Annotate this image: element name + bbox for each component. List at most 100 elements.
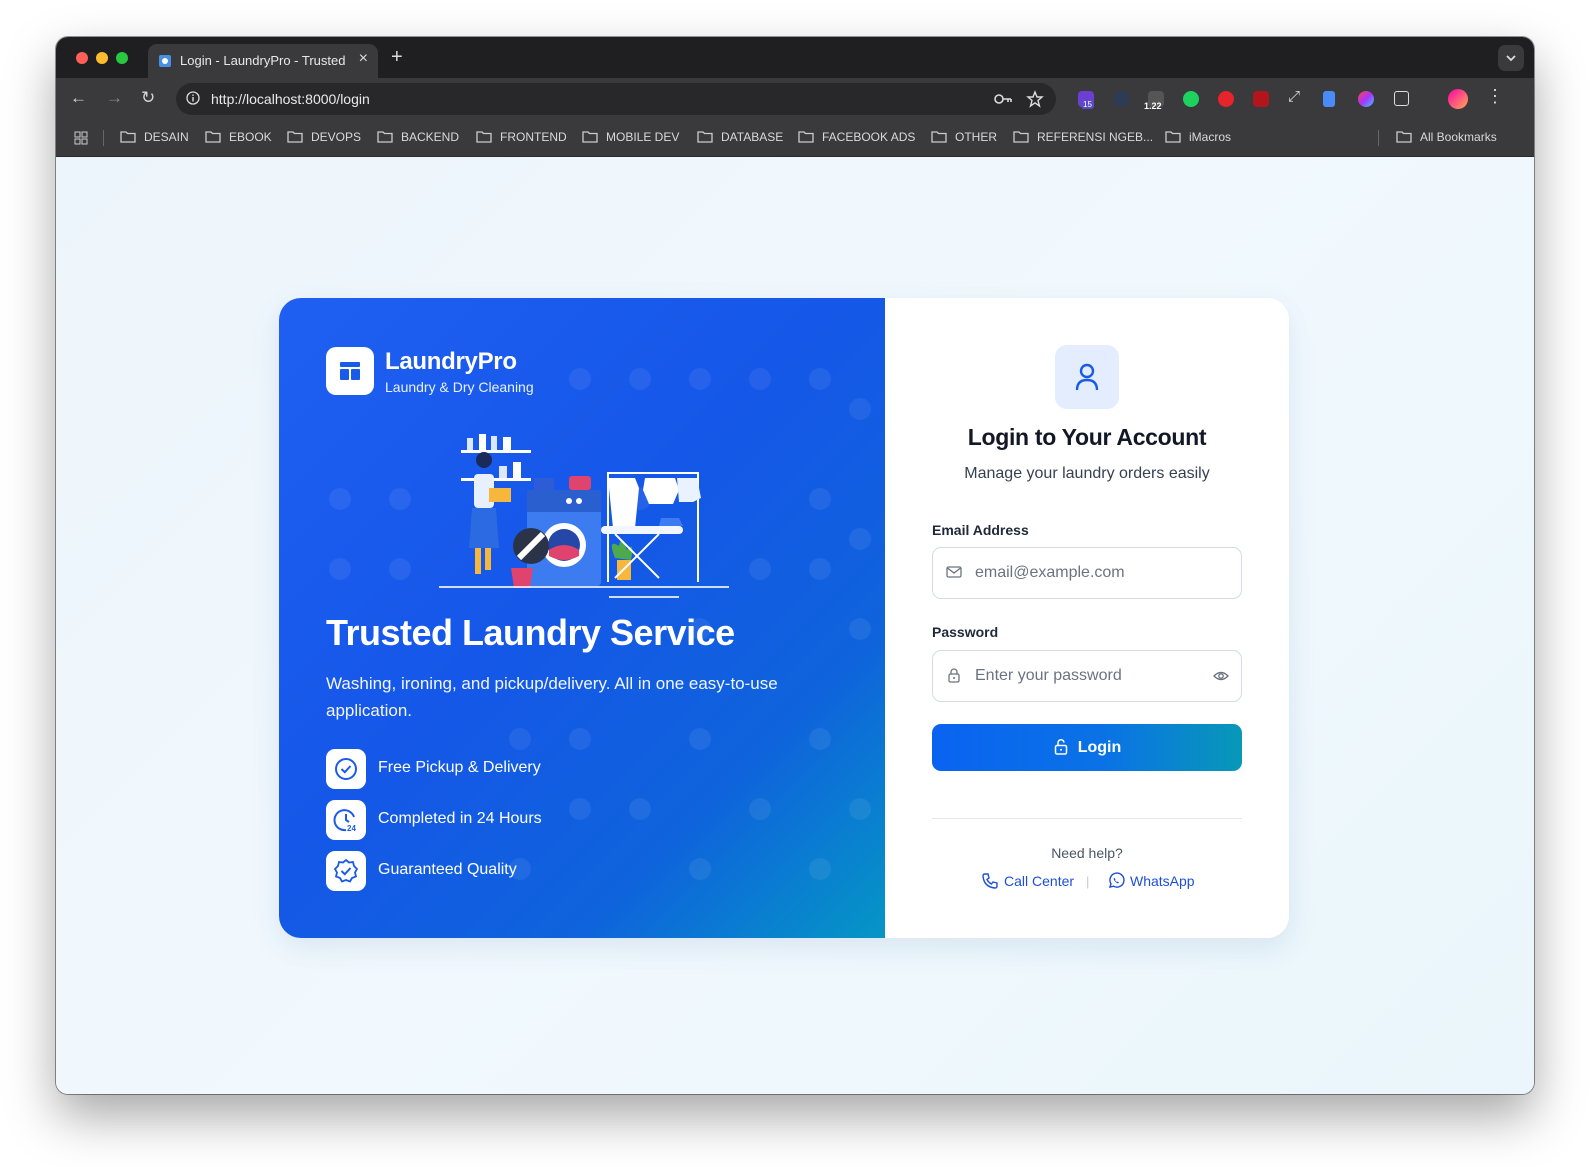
login-button-label: Login <box>1077 739 1122 756</box>
key-icon[interactable] <box>993 90 1013 108</box>
bookmark-folder[interactable]: FACEBOOK ADS <box>798 130 915 144</box>
feature-label: Completed in 24 Hours <box>378 810 542 827</box>
bookmark-folder[interactable]: BACKEND <box>377 130 459 144</box>
mail-icon <box>946 566 962 578</box>
profile-avatar[interactable] <box>1448 89 1468 109</box>
bookmark-label: BACKEND <box>401 130 460 144</box>
email-input[interactable] <box>973 560 1197 586</box>
decorative-bubble <box>849 798 871 820</box>
extension-6-icon[interactable] <box>1253 91 1269 107</box>
maximize-window-button[interactable] <box>116 52 128 64</box>
more-menu-icon[interactable]: ⋮ <box>1486 86 1504 107</box>
bookmark-label: EBOOK <box>229 130 272 144</box>
login-button[interactable]: Login <box>932 724 1242 771</box>
whatsapp-icon <box>1108 872 1125 888</box>
call-center-link[interactable]: Call Center <box>981 872 1074 890</box>
folder-icon <box>205 131 221 143</box>
browser-toolbar: ← → ↻ http://localhost:8000/login 15 1.2… <box>56 78 1534 120</box>
all-bookmarks[interactable]: All Bookmarks <box>1396 130 1497 144</box>
decorative-bubble <box>809 488 831 510</box>
store-icon <box>340 362 360 380</box>
folder-icon <box>697 131 713 143</box>
decorative-bubble <box>329 488 351 510</box>
extensions-puzzle-icon[interactable] <box>1394 91 1409 106</box>
bookmark-folder[interactable]: DEVOPS <box>287 130 361 144</box>
link-separator: | <box>1086 874 1090 889</box>
decorative-bubble <box>809 728 831 750</box>
folder-icon <box>798 131 814 143</box>
hero-description: Washing, ironing, and pickup/delivery. A… <box>326 674 778 720</box>
bookmark-folder[interactable]: DESAIN <box>120 130 189 144</box>
favicon-icon <box>159 55 171 67</box>
extension-badge: 1.22 <box>1144 101 1162 111</box>
apps-grid-icon[interactable] <box>74 131 88 145</box>
new-tab-button[interactable]: + <box>391 46 403 69</box>
forward-button[interactable]: → <box>106 88 123 108</box>
minimize-window-button[interactable] <box>96 52 108 64</box>
decorative-bubble <box>569 728 591 750</box>
address-bar[interactable]: http://localhost:8000/login <box>176 83 1056 115</box>
bookmark-folder[interactable]: FRONTEND <box>476 130 567 144</box>
close-window-button[interactable] <box>76 52 88 64</box>
folder-icon <box>1165 131 1181 143</box>
decorative-bubble <box>689 728 711 750</box>
check-circle-icon <box>335 758 357 780</box>
chevron-down-icon <box>1506 55 1516 62</box>
site-info-icon[interactable] <box>186 91 200 105</box>
extension-8-icon[interactable] <box>1323 91 1335 107</box>
feature-item: Guaranteed Quality <box>326 851 726 891</box>
user-icon <box>1075 363 1099 391</box>
bookmark-folder[interactable]: MOBILE DEV <box>582 130 679 144</box>
decorative-bubble <box>849 618 871 640</box>
decorative-bubble <box>749 368 771 390</box>
divider <box>932 818 1242 819</box>
bookmark-label: DEVOPS <box>311 130 362 144</box>
extension-4-icon[interactable] <box>1183 91 1199 107</box>
bookmark-folder[interactable]: iMacros <box>1165 130 1231 144</box>
bookmark-folder[interactable]: OTHER <box>931 130 997 144</box>
bookmark-label: REFERENSI NGEB... <box>1037 130 1154 144</box>
phone-icon <box>982 873 998 889</box>
adblock-icon[interactable] <box>1218 91 1234 107</box>
whatsapp-link[interactable]: WhatsApp <box>1107 872 1195 890</box>
email-field[interactable] <box>932 547 1242 599</box>
decorative-bubble <box>749 798 771 820</box>
bookmark-folder[interactable]: DATABASE <box>697 130 783 144</box>
extension-badge: 15 <box>1081 100 1094 109</box>
decorative-bubble <box>389 488 411 510</box>
reload-button[interactable]: ↻ <box>141 88 155 108</box>
folder-icon <box>476 131 492 143</box>
decorative-bubble <box>509 728 531 750</box>
laundry-illustration <box>439 434 729 598</box>
folder-icon <box>1013 131 1029 143</box>
password-field[interactable] <box>932 650 1242 702</box>
decorative-bubble <box>749 558 771 580</box>
tab-title: Login - LaundryPro - Trusted <box>180 53 346 68</box>
unlock-icon <box>1054 739 1067 755</box>
browser-tab[interactable]: Login - LaundryPro - Trusted × <box>148 44 378 78</box>
expand-icon[interactable]: ⤢ <box>1288 88 1304 105</box>
bookmark-folder[interactable]: REFERENSI NGEB... <box>1013 130 1153 144</box>
decorative-bubble <box>389 558 411 580</box>
password-input[interactable] <box>973 663 1197 689</box>
browser-window: Login - LaundryPro - Trusted × + ← → ↻ h… <box>56 37 1534 1094</box>
brand-tagline: Laundry & Dry Cleaning <box>385 379 534 395</box>
login-subtitle: Manage your laundry orders easily <box>964 465 1210 482</box>
bookmark-folder[interactable]: EBOOK <box>205 130 272 144</box>
back-button[interactable]: ← <box>70 88 87 108</box>
bookmark-label: OTHER <box>955 130 997 144</box>
tab-search-button[interactable] <box>1498 45 1524 71</box>
extension-9-icon[interactable] <box>1358 91 1374 107</box>
extension-2-icon[interactable] <box>1113 91 1129 107</box>
decorative-bubble <box>809 368 831 390</box>
folder-icon <box>120 131 136 143</box>
folder-icon <box>931 131 947 143</box>
decorative-bubble <box>689 368 711 390</box>
eye-icon[interactable] <box>1213 668 1229 684</box>
brand-name: LaundryPro <box>385 348 517 375</box>
bookmarks-bar: DESAIN EBOOK DEVOPS BACKEND FRONTEND MOBILE D… <box>56 120 1534 157</box>
close-tab-icon[interactable]: × <box>359 50 368 68</box>
decorative-bubble <box>849 528 871 550</box>
star-icon[interactable] <box>1026 90 1044 108</box>
login-panel: Login to Your Account Manage your laundr… <box>885 298 1289 938</box>
